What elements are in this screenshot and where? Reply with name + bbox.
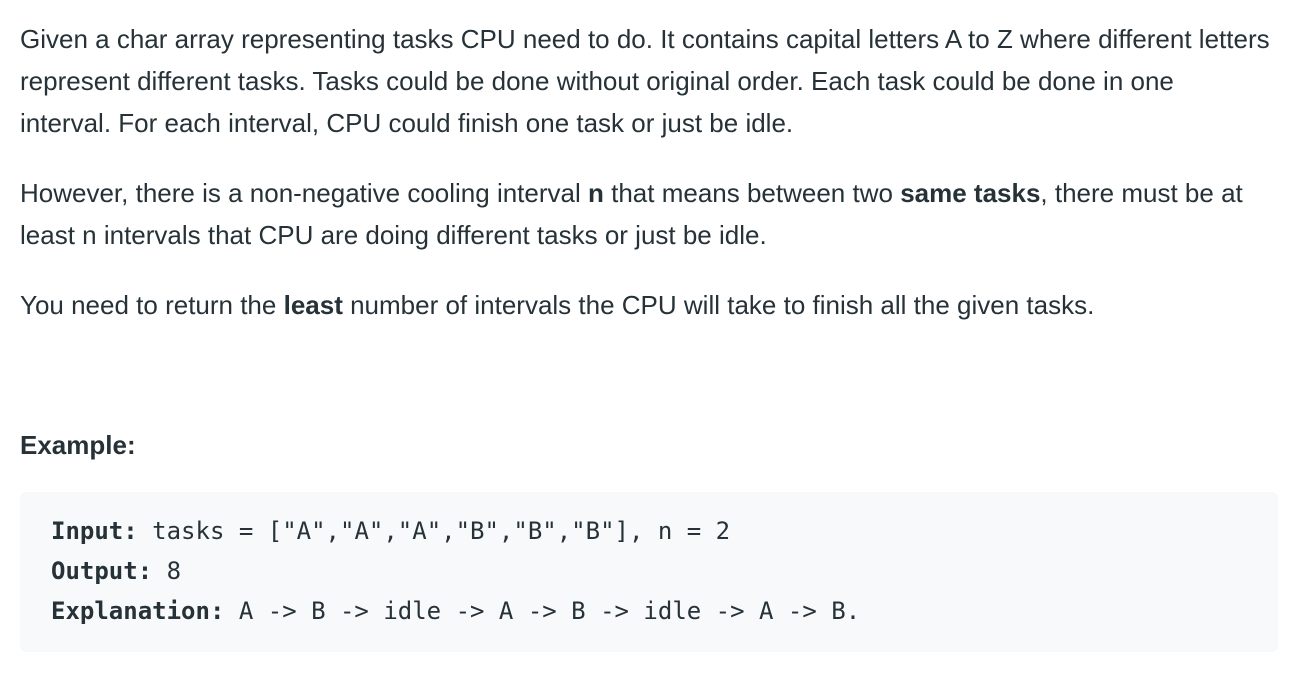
- output-line: Output: 8: [51, 551, 1247, 591]
- explanation-line: Explanation: A -> B -> idle -> A -> B ->…: [51, 591, 1247, 631]
- example-code-block: Input: tasks = ["A","A","A","B","B","B"]…: [20, 492, 1278, 652]
- description-paragraph-1: Given a char array representing tasks CP…: [20, 24, 1270, 138]
- p2-text-a: However, there is a non-negative cooling…: [20, 178, 588, 208]
- explanation-value: A -> B -> idle -> A -> B -> idle -> A ->…: [224, 597, 861, 625]
- p2-text-b: that means between two: [603, 178, 901, 208]
- p2-bold-n: n: [588, 178, 604, 208]
- description-paragraph-2: However, there is a non-negative cooling…: [20, 172, 1270, 256]
- output-label: Output:: [51, 557, 153, 585]
- input-label: Input:: [51, 517, 138, 545]
- description-paragraph-3: You need to return the least number of i…: [20, 284, 1270, 326]
- p2-bold-same-tasks: same tasks: [900, 178, 1041, 208]
- explanation-label: Explanation:: [51, 597, 225, 625]
- example-heading: Example:: [20, 430, 136, 460]
- input-line: Input: tasks = ["A","A","A","B","B","B"]…: [51, 511, 1247, 551]
- output-value: 8: [152, 557, 182, 585]
- p3-text-b: number of intervals the CPU will take to…: [342, 290, 1095, 320]
- p3-bold-least: least: [283, 290, 343, 320]
- p3-text-a: You need to return the: [20, 290, 284, 320]
- input-value: tasks = ["A","A","A","B","B","B"], n = 2: [137, 517, 731, 545]
